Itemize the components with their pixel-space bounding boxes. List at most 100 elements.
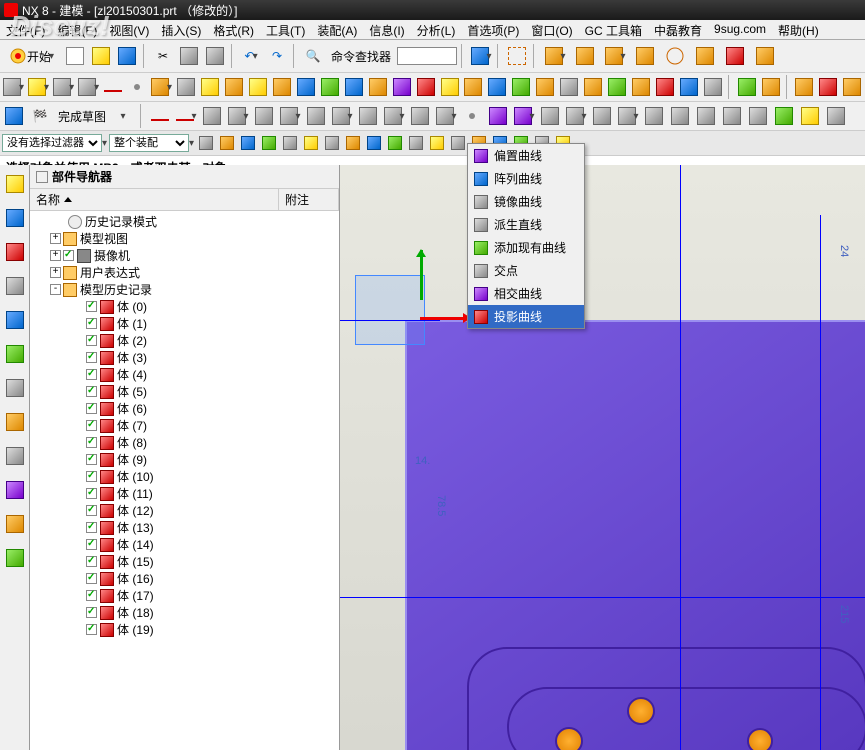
tree-body-item[interactable]: 体 (10)	[32, 468, 337, 485]
sel-btn-1[interactable]	[217, 133, 237, 153]
feature-btn-19[interactable]	[463, 75, 485, 99]
col-name[interactable]: 名称	[30, 189, 279, 210]
feature-btn-35[interactable]	[817, 75, 839, 99]
feature-btn-9[interactable]	[223, 75, 245, 99]
tree-body-item[interactable]: 体 (15)	[32, 553, 337, 570]
sketch-btn-6[interactable]	[304, 104, 328, 128]
menu-中磊教育[interactable]: 中磊教育	[648, 20, 708, 39]
pin-icon[interactable]	[36, 171, 48, 183]
checkbox-icon[interactable]	[86, 556, 97, 567]
sketch-btn-4[interactable]	[252, 104, 276, 128]
sketch-btn-23[interactable]	[746, 104, 770, 128]
sketch-btn-24[interactable]	[772, 104, 796, 128]
menu-9sug.com[interactable]: 9sug.com	[708, 20, 772, 39]
ribbon-btn-5[interactable]	[4, 343, 26, 365]
sel-btn-0[interactable]	[196, 133, 216, 153]
viewport[interactable]: 24 14. 78.5 215	[340, 165, 865, 750]
ribbon-btn-1[interactable]	[4, 207, 26, 229]
expand-icon[interactable]: +	[50, 233, 61, 244]
open-button[interactable]	[89, 44, 113, 68]
sketch-plane-button[interactable]	[2, 104, 26, 128]
checkbox-icon[interactable]	[86, 437, 97, 448]
sketch-btn-15[interactable]	[538, 104, 562, 128]
menu-item-交点[interactable]: 交点	[468, 259, 584, 282]
tree-body-item[interactable]: 体 (7)	[32, 417, 337, 434]
feature-btn-21[interactable]	[510, 75, 532, 99]
checkbox-icon[interactable]	[86, 420, 97, 431]
feature-btn-32[interactable]	[760, 75, 782, 99]
sketch-btn-20[interactable]	[668, 104, 692, 128]
sketch-btn-25[interactable]	[798, 104, 822, 128]
sel-btn-8[interactable]	[364, 133, 384, 153]
tree-body-item[interactable]: 体 (19)	[32, 621, 337, 638]
tree-body-item[interactable]: 体 (11)	[32, 485, 337, 502]
paste-button[interactable]	[203, 44, 227, 68]
render-button[interactable]: ▾	[601, 42, 629, 70]
sketch-btn-21[interactable]	[694, 104, 718, 128]
feature-btn-7[interactable]	[175, 75, 197, 99]
ribbon-btn-10[interactable]	[4, 513, 26, 535]
sel-btn-10[interactable]	[406, 133, 426, 153]
feature-btn-1[interactable]: ▾	[27, 75, 50, 99]
sel-btn-9[interactable]	[385, 133, 405, 153]
checkbox-icon[interactable]	[86, 454, 97, 465]
sel-btn-3[interactable]	[259, 133, 279, 153]
sketch-btn-12[interactable]	[460, 104, 484, 128]
expand-icon[interactable]: +	[50, 250, 61, 261]
feature-btn-6[interactable]: ▾	[150, 75, 173, 99]
feature-btn-34[interactable]	[793, 75, 815, 99]
menu-GC 工具箱[interactable]: GC 工具箱	[579, 20, 648, 39]
menu-item-镜像曲线[interactable]: 镜像曲线	[468, 190, 584, 213]
navigator-tree[interactable]: 历史记录模式+模型视图+摄像机+用户表达式-模型历史记录体 (0)体 (1)体 …	[30, 211, 339, 750]
sketch-btn-1[interactable]: ▾	[174, 104, 198, 128]
sketch-btn-10[interactable]	[408, 104, 432, 128]
feature-btn-28[interactable]	[678, 75, 700, 99]
view-sphere-button[interactable]	[661, 42, 689, 70]
tree-body-item[interactable]: 体 (2)	[32, 332, 337, 349]
feature-btn-18[interactable]	[439, 75, 461, 99]
feature-btn-11[interactable]	[271, 75, 293, 99]
tree-body-item[interactable]: 体 (0)	[32, 298, 337, 315]
sketch-btn-14[interactable]: ▾	[512, 104, 536, 128]
checkbox-icon[interactable]	[86, 522, 97, 533]
sketch-btn-8[interactable]	[356, 104, 380, 128]
tb-box-select[interactable]	[505, 44, 529, 68]
col-note[interactable]: 附注	[279, 189, 339, 210]
tree-item[interactable]: +摄像机	[32, 247, 337, 264]
sketch-btn-7[interactable]: ▾	[330, 104, 354, 128]
ribbon-btn-6[interactable]	[4, 377, 26, 399]
tree-body-item[interactable]: 体 (5)	[32, 383, 337, 400]
menu-item-相交曲线[interactable]: 相交曲线	[468, 282, 584, 305]
feature-btn-24[interactable]	[582, 75, 604, 99]
sel-btn-4[interactable]	[280, 133, 300, 153]
view-front-button[interactable]	[721, 42, 749, 70]
feature-btn-20[interactable]	[486, 75, 508, 99]
feature-btn-3[interactable]: ▾	[77, 75, 100, 99]
redo-button[interactable]: ↷	[265, 44, 289, 68]
expand-icon[interactable]: -	[50, 284, 61, 295]
feature-btn-27[interactable]	[654, 75, 676, 99]
feature-btn-36[interactable]	[841, 75, 863, 99]
undo-button[interactable]: ↶▾	[239, 44, 263, 68]
menu-帮助(H)[interactable]: 帮助(H)	[772, 20, 825, 39]
tree-body-item[interactable]: 体 (9)	[32, 451, 337, 468]
sel-btn-11[interactable]	[427, 133, 447, 153]
tree-item[interactable]: 历史记录模式	[32, 213, 337, 230]
tree-body-item[interactable]: 体 (16)	[32, 570, 337, 587]
menu-插入(S)[interactable]: 插入(S)	[155, 20, 207, 39]
wireframe-button[interactable]: ▾	[541, 42, 569, 70]
menu-item-偏置曲线[interactable]: 偏置曲线	[468, 144, 584, 167]
checkbox-icon[interactable]	[86, 386, 97, 397]
tree-body-item[interactable]: 体 (13)	[32, 519, 337, 536]
sketch-btn-2[interactable]	[200, 104, 224, 128]
ribbon-btn-9[interactable]	[4, 479, 26, 501]
feature-btn-0[interactable]: ▾	[2, 75, 25, 99]
sketch-btn-11[interactable]: ▾	[434, 104, 458, 128]
checkbox-icon[interactable]	[86, 403, 97, 414]
checkbox-icon[interactable]	[86, 369, 97, 380]
sel-btn-12[interactable]	[448, 133, 468, 153]
sketch-btn-22[interactable]	[720, 104, 744, 128]
sketch-btn-5[interactable]: ▾	[278, 104, 302, 128]
menu-格式(R)[interactable]: 格式(R)	[207, 20, 260, 39]
tree-body-item[interactable]: 体 (12)	[32, 502, 337, 519]
